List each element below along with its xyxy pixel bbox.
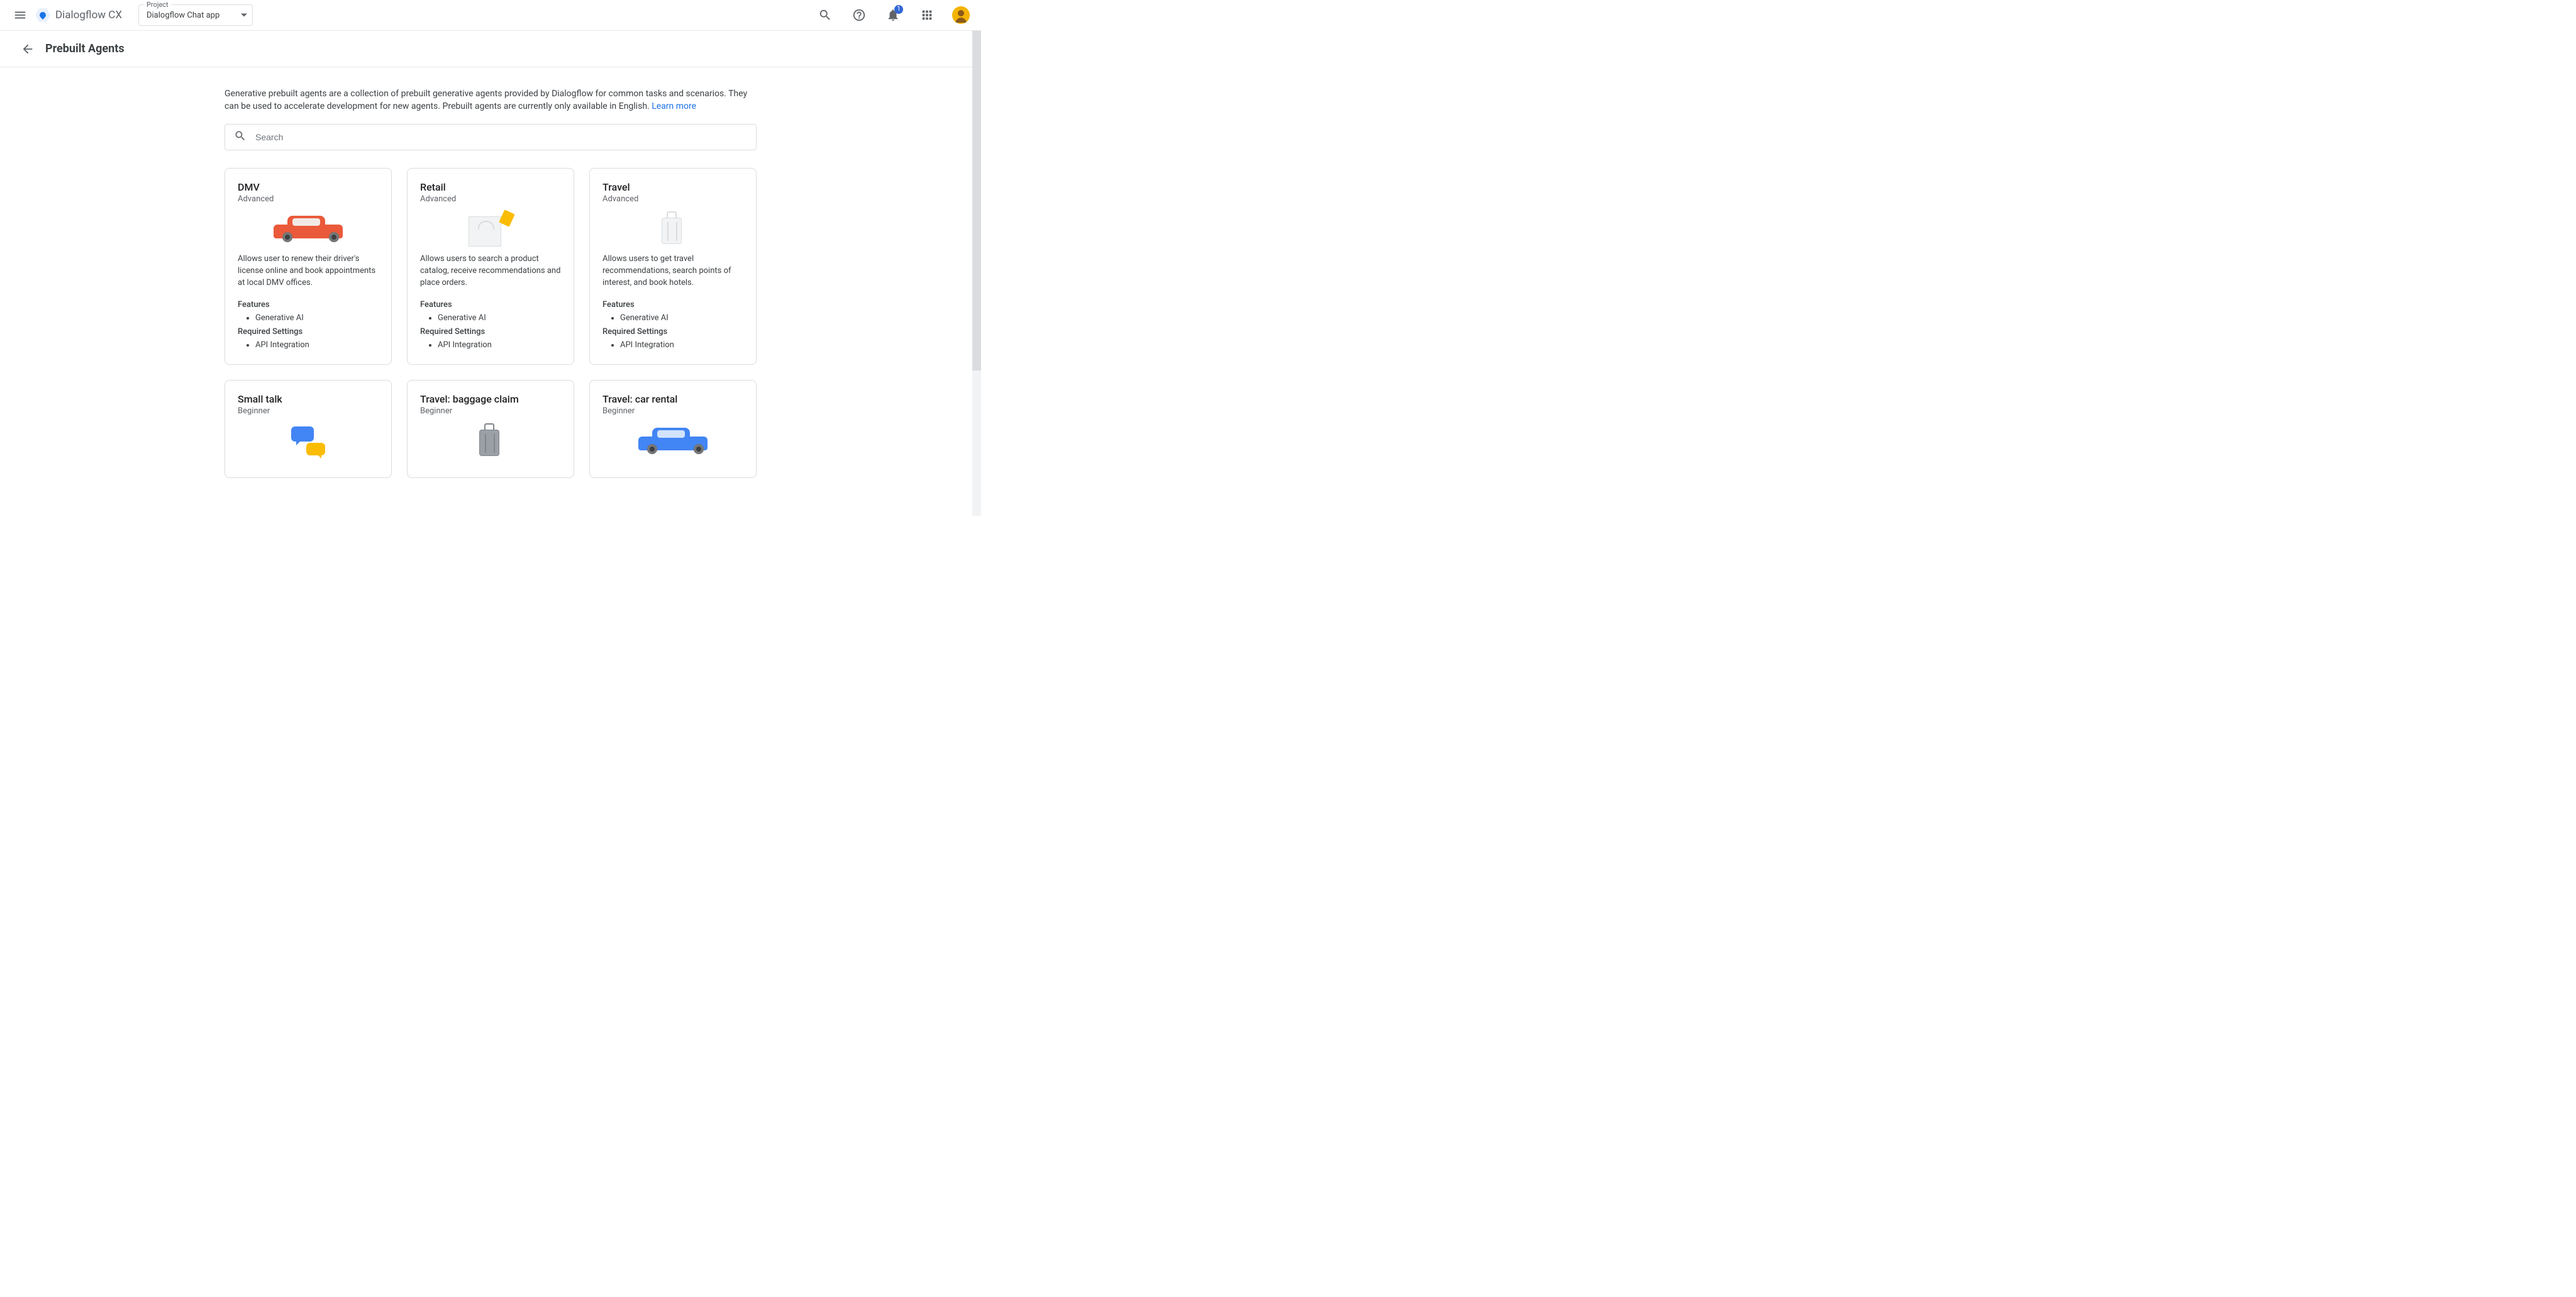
- chevron-down-icon: [241, 14, 247, 17]
- features-heading: Features: [238, 300, 379, 309]
- car-red-illustration: [261, 213, 355, 245]
- card-level: Advanced: [420, 194, 561, 204]
- card-illustration: [420, 210, 561, 248]
- features-list: Generative AI: [602, 312, 743, 325]
- search-input[interactable]: [255, 132, 747, 142]
- card-illustration: [238, 422, 379, 460]
- agent-card[interactable]: DMV Advanced Allows user to renew their …: [225, 168, 392, 365]
- card-title: Travel: car rental: [602, 393, 743, 405]
- apps-button[interactable]: [914, 3, 940, 28]
- card-illustration: [602, 422, 743, 460]
- required-heading: Required Settings: [602, 327, 743, 337]
- suitcase-dark-illustration: [472, 423, 509, 459]
- main-menu-button[interactable]: [8, 3, 33, 28]
- features-heading: Features: [602, 300, 743, 309]
- scrollbar-thumb[interactable]: [972, 31, 981, 370]
- shopping-bag-illustration: [469, 211, 513, 247]
- features-heading: Features: [420, 300, 561, 309]
- required-item: API Integration: [255, 339, 379, 352]
- search-box[interactable]: [225, 124, 757, 150]
- agent-card[interactable]: Small talk Beginner: [225, 380, 392, 478]
- logo-icon: [35, 8, 50, 23]
- agent-card[interactable]: Retail Advanced Allows users to search a…: [407, 168, 574, 365]
- feature-item: Generative AI: [255, 312, 379, 325]
- card-title: Travel: [602, 181, 743, 193]
- search-button[interactable]: [813, 3, 838, 28]
- card-illustration: [602, 210, 743, 248]
- notifications-button[interactable]: 1: [880, 3, 906, 28]
- features-list: Generative AI: [420, 312, 561, 325]
- required-list: API Integration: [238, 339, 379, 352]
- required-item: API Integration: [620, 339, 743, 352]
- required-list: API Integration: [602, 339, 743, 352]
- required-item: API Integration: [438, 339, 561, 352]
- back-button[interactable]: [15, 36, 40, 62]
- project-selector-label: Project: [144, 1, 171, 9]
- main-content: Generative prebuilt agents are a collect…: [225, 67, 757, 516]
- topbar: Dialogflow CX Project Dialogflow Chat ap…: [0, 0, 981, 31]
- page-title: Prebuilt Agents: [45, 42, 125, 55]
- brand-logo[interactable]: Dialogflow CX: [35, 8, 122, 23]
- brand-text: Dialogflow CX: [55, 9, 122, 21]
- agent-card[interactable]: Travel Advanced Allows users to get trav…: [589, 168, 757, 365]
- scrollbar-track[interactable]: [972, 31, 981, 516]
- card-title: Retail: [420, 181, 561, 193]
- suitcase-illustration: [654, 211, 692, 247]
- required-heading: Required Settings: [420, 327, 561, 337]
- required-heading: Required Settings: [238, 327, 379, 337]
- features-list: Generative AI: [238, 312, 379, 325]
- account-avatar[interactable]: [948, 3, 974, 28]
- card-level: Beginner: [238, 406, 379, 416]
- card-title: Small talk: [238, 393, 379, 405]
- feature-item: Generative AI: [438, 312, 561, 325]
- feature-item: Generative AI: [620, 312, 743, 325]
- chat-illustration: [291, 424, 325, 458]
- search-icon: [234, 130, 247, 145]
- secondbar: Prebuilt Agents: [0, 31, 981, 67]
- card-description: Allows users to search a product catalog…: [420, 253, 561, 289]
- required-list: API Integration: [420, 339, 561, 352]
- card-title: Travel: baggage claim: [420, 393, 561, 405]
- card-description: Allows users to get travel recommendatio…: [602, 253, 743, 289]
- notifications-count: 1: [894, 5, 903, 14]
- card-level: Beginner: [420, 406, 561, 416]
- agent-card[interactable]: Travel: baggage claim Beginner: [407, 380, 574, 478]
- project-selector[interactable]: Project Dialogflow Chat app: [138, 4, 253, 26]
- card-level: Beginner: [602, 406, 743, 416]
- agent-card[interactable]: Travel: car rental Beginner: [589, 380, 757, 478]
- intro-text: Generative prebuilt agents are a collect…: [225, 87, 757, 113]
- learn-more-link[interactable]: Learn more: [652, 101, 696, 111]
- card-illustration: [238, 210, 379, 248]
- car-blue-illustration: [626, 425, 720, 457]
- avatar-icon: [952, 6, 970, 24]
- project-selector-value: Dialogflow Chat app: [147, 11, 219, 20]
- help-button[interactable]: [847, 3, 872, 28]
- card-title: DMV: [238, 181, 379, 193]
- card-level: Advanced: [238, 194, 379, 204]
- card-description: Allows user to renew their driver's lice…: [238, 253, 379, 289]
- card-level: Advanced: [602, 194, 743, 204]
- card-illustration: [420, 422, 561, 460]
